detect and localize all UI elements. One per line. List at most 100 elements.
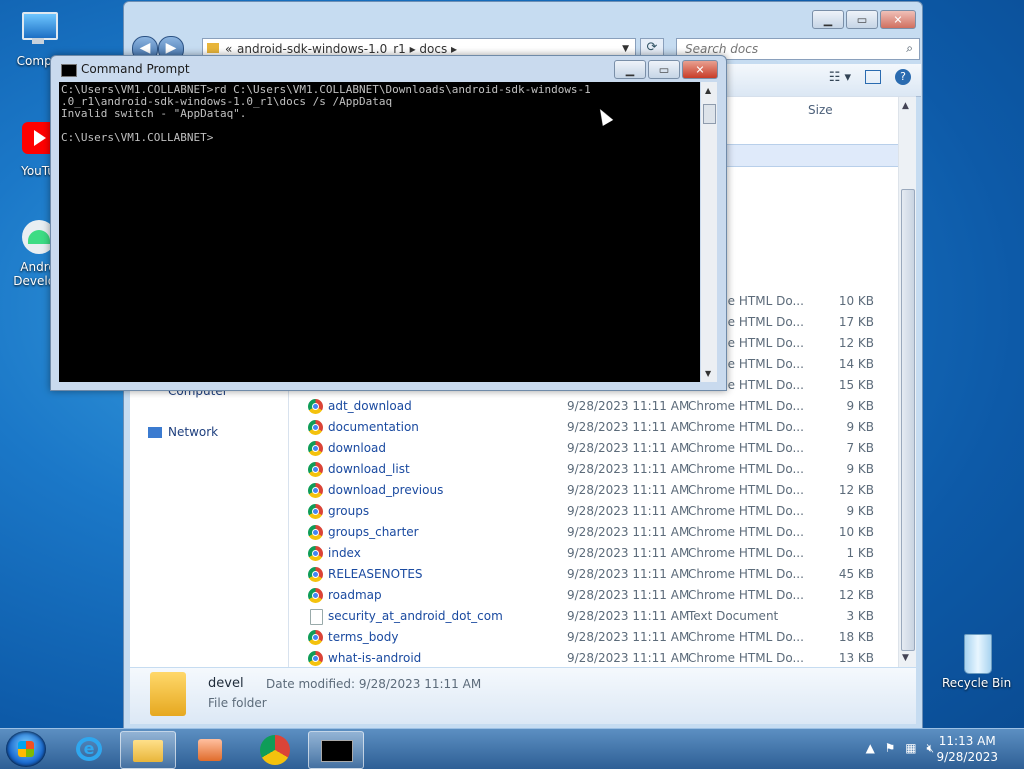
help-icon[interactable]: ? (895, 69, 911, 85)
media-player-icon (198, 739, 222, 761)
table-row[interactable]: RELEASENOTES 9/28/2023 11:11 AM Chrome HTM… (298, 564, 904, 585)
file-date: 9/28/2023 11:11 AM (567, 567, 690, 581)
recycle-bin-icon (956, 632, 996, 674)
close-button[interactable]: ✕ (682, 60, 718, 79)
file-size: 17 KB (838, 315, 874, 329)
table-row[interactable]: adt_download 9/28/2023 11:11 AM Chrome HTM… (298, 396, 904, 417)
folder-icon (133, 740, 163, 762)
file-type: Chrome HTML Do... (688, 546, 804, 560)
table-row[interactable]: download_previous 9/28/2023 11:11 AM Chrom… (298, 480, 904, 501)
maximize-button[interactable]: ▭ (846, 10, 878, 29)
minimize-button[interactable]: ▁ (614, 60, 646, 79)
show-hidden-icons-icon[interactable]: ▲ (866, 741, 875, 755)
file-date: 9/28/2023 11:11 AM (567, 651, 690, 665)
scroll-down-icon[interactable]: ▼ (902, 653, 909, 663)
preview-pane-icon[interactable] (865, 70, 881, 84)
file-size: 12 KB (838, 336, 874, 350)
file-type: Chrome HTML Do... (688, 567, 804, 581)
taskbar-internet-explorer[interactable]: e (62, 731, 116, 767)
file-size: 1 KB (846, 546, 874, 560)
column-header-size[interactable]: Size (808, 103, 833, 117)
close-icon: ✕ (695, 63, 705, 76)
file-size: 12 KB (838, 588, 874, 602)
close-button[interactable]: ✕ (880, 10, 916, 29)
nav-item-label: Network (168, 425, 219, 439)
file-type: Chrome HTML Do... (688, 399, 804, 413)
chrome-file-icon (308, 504, 323, 519)
table-row[interactable]: terms_body 9/28/2023 11:11 AM Chrome HTML … (298, 627, 904, 648)
minimize-icon: ▁ (823, 13, 833, 26)
file-type: Chrome HTML Do... (688, 651, 804, 665)
file-name: documentation (328, 420, 419, 434)
file-name: groups (328, 504, 370, 518)
table-row[interactable]: security_at_android_dot_com 9/28/2023 11:… (298, 606, 904, 627)
chrome-file-icon (308, 462, 323, 477)
file-name: what-is-android (328, 651, 422, 665)
taskbar-command-prompt[interactable] (308, 731, 364, 769)
table-row[interactable]: groups_charter 9/28/2023 11:11 AM Chrome H… (298, 522, 904, 543)
file-name: download (328, 441, 387, 455)
action-center-icon[interactable]: ⚑ (885, 741, 896, 755)
file-name: RELEASENOTES (328, 567, 423, 581)
file-name: groups_charter (328, 525, 419, 539)
desktop-icon-recycle-bin[interactable]: Recycle Bin (942, 632, 1011, 690)
scroll-up-icon[interactable]: ▲ (902, 101, 909, 111)
table-row[interactable]: download 9/28/2023 11:11 AM Chrome HTML Do… (298, 438, 904, 459)
window-title: Command Prompt (81, 62, 190, 76)
file-size: 18 KB (838, 630, 874, 644)
file-size: 9 KB (846, 462, 874, 476)
close-icon: ✕ (893, 13, 903, 26)
scroll-thumb[interactable] (901, 189, 915, 651)
maximize-button[interactable]: ▭ (648, 60, 680, 79)
chrome-file-icon (308, 546, 323, 561)
vertical-scrollbar[interactable]: ▲ ▼ (898, 97, 916, 667)
file-date: 9/28/2023 11:11 AM (567, 588, 690, 602)
scroll-up-icon[interactable]: ▲ (705, 86, 711, 95)
table-row[interactable]: groups 9/28/2023 11:11 AM Chrome HTML Do..… (298, 501, 904, 522)
details-name: devel (208, 676, 244, 691)
file-size: 9 KB (846, 504, 874, 518)
chrome-file-icon (308, 588, 323, 603)
table-row[interactable]: download_list 9/28/2023 11:11 AM Chrome HT… (298, 459, 904, 480)
file-size: 3 KB (846, 609, 874, 623)
table-row[interactable]: index 9/28/2023 11:11 AM Chrome HTML Do...… (298, 543, 904, 564)
scroll-down-icon[interactable]: ▼ (705, 369, 711, 378)
explorer-window-controls: ▁ ▭ ✕ (812, 10, 916, 29)
command-prompt-window[interactable]: Command Prompt ▁ ▭ ✕ C:\Users\VM1.COLLAB… (50, 55, 727, 391)
file-size: 13 KB (838, 651, 874, 665)
minimize-button[interactable]: ▁ (812, 10, 844, 29)
chrome-file-icon (308, 420, 323, 435)
chrome-file-icon (308, 441, 323, 456)
file-size: 10 KB (838, 294, 874, 308)
scroll-thumb[interactable] (703, 104, 716, 124)
chrome-file-icon (308, 630, 323, 645)
forward-arrow-icon: ▶ (165, 40, 177, 56)
nav-item-network[interactable]: Network (148, 425, 218, 439)
table-row[interactable]: roadmap 9/28/2023 11:11 AM Chrome HTML Do.… (298, 585, 904, 606)
taskbar-chrome[interactable] (248, 731, 302, 767)
file-type: Text Document (688, 609, 779, 623)
volume-muted-icon[interactable]: 🔇︎ (926, 741, 934, 755)
file-size: 15 KB (838, 378, 874, 392)
file-size: 45 KB (838, 567, 874, 581)
table-row[interactable]: documentation 9/28/2023 11:11 AM Chrome HT… (298, 417, 904, 438)
maximize-icon: ▭ (856, 13, 868, 26)
table-row[interactable]: what-is-android 9/28/2023 11:11 AM Chrome … (298, 648, 904, 669)
details-modified: Date modified: 9/28/2023 11:11 AM (266, 677, 482, 691)
taskbar: e ▲ ⚑ ▦ 🔇︎ 11:13 AM 9/28/2023 (0, 728, 1024, 769)
file-date: 9/28/2023 11:11 AM (567, 525, 690, 539)
system-clock[interactable]: 11:13 AM 9/28/2023 (936, 733, 998, 765)
maximize-icon: ▭ (658, 63, 670, 76)
cmd-scrollbar[interactable]: ▲ ▼ (701, 82, 717, 382)
start-button[interactable] (6, 731, 46, 767)
cmd-icon (61, 64, 77, 77)
file-size: 9 KB (846, 399, 874, 413)
taskbar-media-player[interactable] (184, 731, 238, 767)
taskbar-explorer[interactable] (120, 731, 176, 769)
search-icon[interactable]: ⌕ (906, 41, 913, 56)
network-icon[interactable]: ▦ (905, 741, 916, 755)
console-output[interactable]: C:\Users\VM1.COLLABNET>rd C:\Users\VM1.C… (59, 82, 700, 382)
cmd-titlebar[interactable]: Command Prompt ▁ ▭ ✕ (51, 56, 726, 82)
chrome-file-icon (308, 651, 323, 666)
view-options-icon[interactable]: ☷ ▾ (829, 70, 851, 85)
